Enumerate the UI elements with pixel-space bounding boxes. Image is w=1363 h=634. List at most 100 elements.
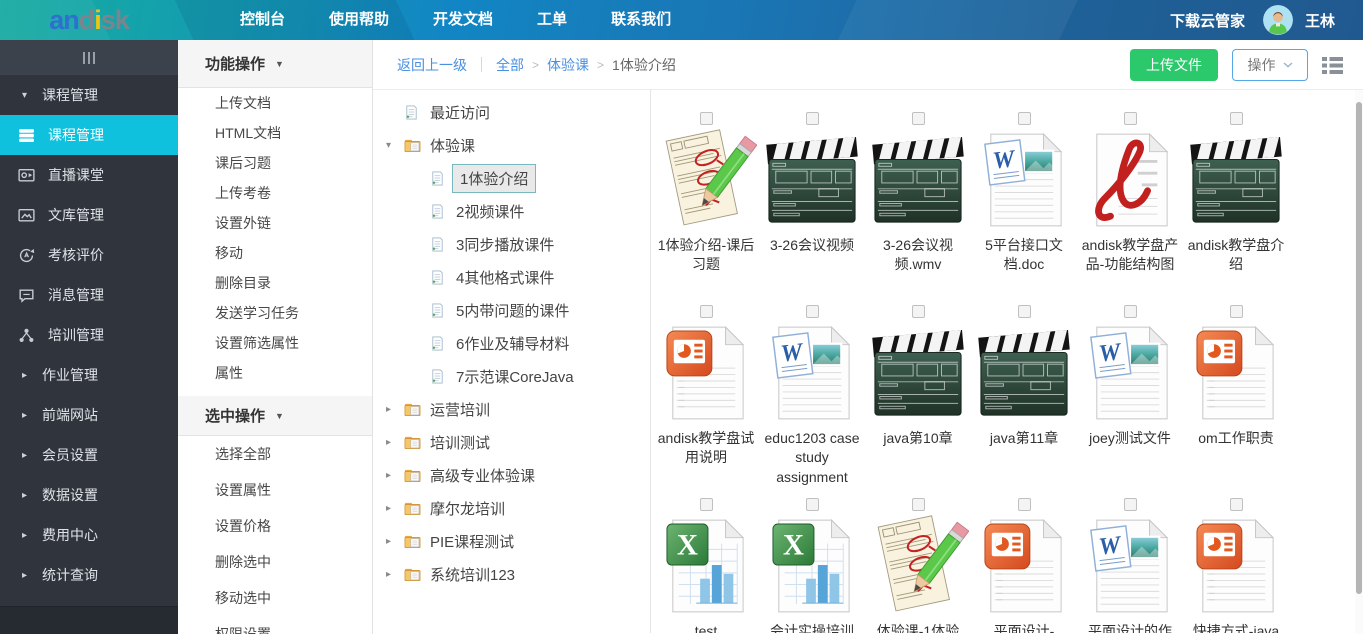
file-checkbox[interactable] xyxy=(806,305,819,318)
ops-section-header-1[interactable]: 功能操作▼ xyxy=(178,40,372,88)
caret-right-icon[interactable]: ▸ xyxy=(386,404,398,415)
file-checkbox[interactable] xyxy=(1018,498,1031,511)
file-checkbox[interactable] xyxy=(1230,498,1243,511)
file-item[interactable]: andisk教学盘产品-功能结构图 xyxy=(1077,112,1183,305)
ops-item[interactable]: 属性 xyxy=(178,358,372,388)
download-cloud-manager-link[interactable]: 下载云管家 xyxy=(1170,10,1245,31)
file-item[interactable]: andisk教学盘介绍 xyxy=(1183,112,1289,305)
user-avatar[interactable] xyxy=(1263,5,1293,35)
tree-node[interactable]: 2视频课件 xyxy=(373,195,650,228)
ops-item[interactable]: 上传文档 xyxy=(178,88,372,118)
ops-item[interactable]: 选择全部 xyxy=(178,436,372,472)
file-checkbox[interactable] xyxy=(1230,305,1243,318)
ops-item[interactable]: 权限设置 xyxy=(178,616,372,634)
file-item[interactable]: 1体验介绍-课后习题 xyxy=(653,112,759,305)
ops-item[interactable]: 课后习题 xyxy=(178,148,372,178)
tree-node[interactable]: 7示范课CoreJava xyxy=(373,360,650,393)
tree-node[interactable]: ▾体验课 xyxy=(373,129,650,162)
tree-node[interactable]: ▸摩尔龙培训 xyxy=(373,492,650,525)
topnav-item[interactable]: 联系我们 xyxy=(589,0,693,40)
file-checkbox[interactable] xyxy=(912,305,925,318)
tree-node[interactable]: 5内带问题的课件 xyxy=(373,294,650,327)
file-item[interactable]: 3-26会议视频 xyxy=(759,112,865,305)
file-item[interactable]: 3-26会议视频.wmv xyxy=(865,112,971,305)
file-checkbox[interactable] xyxy=(700,112,713,125)
sidebar-item-1[interactable]: 课程管理 xyxy=(0,115,178,155)
list-view-toggle-icon[interactable] xyxy=(1322,57,1343,74)
sidebar-group-9[interactable]: ▸会员设置 xyxy=(0,435,178,475)
topnav-item[interactable]: 控制台 xyxy=(218,0,307,40)
sidebar-group-12[interactable]: ▸统计查询 xyxy=(0,555,178,595)
sidebar-item-5[interactable]: 消息管理 xyxy=(0,275,178,315)
file-item[interactable]: java第10章 xyxy=(865,305,971,498)
file-item[interactable]: om工作职责 xyxy=(1183,305,1289,498)
tree-node[interactable]: 3同步播放课件 xyxy=(373,228,650,261)
topnav-item[interactable]: 开发文档 xyxy=(411,0,515,40)
tree-node[interactable]: 最近访问 xyxy=(373,96,650,129)
ops-item[interactable]: 发送学习任务 xyxy=(178,298,372,328)
ops-item[interactable]: 设置价格 xyxy=(178,508,372,544)
file-item[interactable]: andisk教学盘试用说明 xyxy=(653,305,759,498)
file-item[interactable]: Weduc1203 case study assignment xyxy=(759,305,865,498)
file-checkbox[interactable] xyxy=(912,112,925,125)
file-checkbox[interactable] xyxy=(1018,305,1031,318)
file-item[interactable]: 体验课-1体验 xyxy=(865,498,971,633)
file-checkbox[interactable] xyxy=(700,498,713,511)
sidebar-collapse-button[interactable] xyxy=(0,40,178,75)
caret-right-icon[interactable]: ▸ xyxy=(386,470,398,481)
ops-section-header-2[interactable]: 选中操作▼ xyxy=(178,396,372,436)
tree-node[interactable]: ▸培训测试 xyxy=(373,426,650,459)
breadcrumb-link[interactable]: 体验课 xyxy=(547,55,589,75)
ops-item[interactable]: 删除目录 xyxy=(178,268,372,298)
ops-item[interactable]: 设置外链 xyxy=(178,208,372,238)
file-item[interactable]: 平面设计- xyxy=(971,498,1077,633)
ops-item[interactable]: 上传考卷 xyxy=(178,178,372,208)
ops-item[interactable]: 删除选中 xyxy=(178,544,372,580)
file-checkbox[interactable] xyxy=(806,498,819,511)
tree-node[interactable]: ▸运营培训 xyxy=(373,393,650,426)
ops-item[interactable]: 移动 xyxy=(178,238,372,268)
file-checkbox[interactable] xyxy=(700,305,713,318)
back-link[interactable]: 返回上一级 xyxy=(397,55,467,75)
file-item[interactable]: W平面设计的作 xyxy=(1077,498,1183,633)
sidebar-item-6[interactable]: 培训管理 xyxy=(0,315,178,355)
topnav-item[interactable]: 工单 xyxy=(515,0,589,40)
tree-node[interactable]: 1体验介绍 xyxy=(373,162,650,195)
file-item[interactable]: W5平台接口文档.doc xyxy=(971,112,1077,305)
file-checkbox[interactable] xyxy=(1018,112,1031,125)
breadcrumb-link[interactable]: 全部 xyxy=(496,55,524,75)
ops-item[interactable]: 设置筛选属性 xyxy=(178,328,372,358)
sidebar-item-4[interactable]: 考核评价 xyxy=(0,235,178,275)
sidebar-group-7[interactable]: ▸作业管理 xyxy=(0,355,178,395)
caret-down-icon[interactable]: ▾ xyxy=(386,140,398,151)
file-checkbox[interactable] xyxy=(1124,112,1137,125)
sidebar-group-10[interactable]: ▸数据设置 xyxy=(0,475,178,515)
file-checkbox[interactable] xyxy=(1124,498,1137,511)
file-checkbox[interactable] xyxy=(1124,305,1137,318)
sidebar-group-8[interactable]: ▸前端网站 xyxy=(0,395,178,435)
file-checkbox[interactable] xyxy=(806,112,819,125)
upload-file-button[interactable]: 上传文件 xyxy=(1130,49,1218,81)
file-item[interactable]: Xtest xyxy=(653,498,759,633)
file-item[interactable]: 快捷方式-java xyxy=(1183,498,1289,633)
caret-right-icon[interactable]: ▸ xyxy=(386,536,398,547)
tree-node[interactable]: ▸高级专业体验课 xyxy=(373,459,650,492)
scrollbar-thumb[interactable] xyxy=(1356,102,1362,594)
operate-dropdown-button[interactable]: 操作 xyxy=(1232,49,1308,81)
file-item[interactable]: Wjoey测试文件 xyxy=(1077,305,1183,498)
sidebar-item-3[interactable]: 文库管理 xyxy=(0,195,178,235)
file-item[interactable]: X会计实操培训 xyxy=(759,498,865,633)
ops-item[interactable]: HTML文档 xyxy=(178,118,372,148)
file-item[interactable]: java第11章 xyxy=(971,305,1077,498)
caret-right-icon[interactable]: ▸ xyxy=(386,503,398,514)
username[interactable]: 王林 xyxy=(1305,10,1335,31)
tree-node[interactable]: 4其他格式课件 xyxy=(373,261,650,294)
file-checkbox[interactable] xyxy=(1230,112,1243,125)
sidebar-item-2[interactable]: 直播课堂 xyxy=(0,155,178,195)
ops-item[interactable]: 设置属性 xyxy=(178,472,372,508)
caret-right-icon[interactable]: ▸ xyxy=(386,569,398,580)
tree-node[interactable]: 6作业及辅导材料 xyxy=(373,327,650,360)
sidebar-group-0[interactable]: ▾课程管理 xyxy=(0,75,178,115)
topnav-item[interactable]: 使用帮助 xyxy=(307,0,411,40)
tree-node[interactable]: ▸PIE课程测试 xyxy=(373,525,650,558)
